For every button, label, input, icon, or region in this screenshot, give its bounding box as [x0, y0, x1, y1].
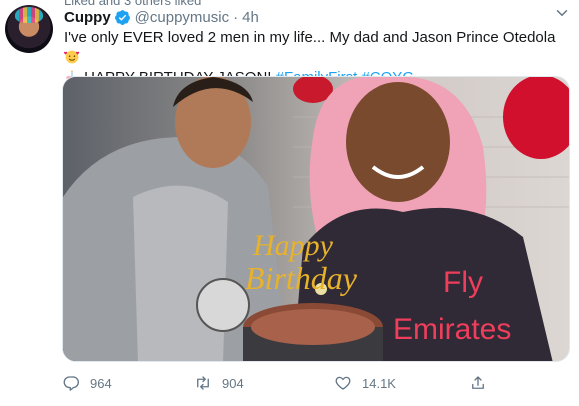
reply-button[interactable]: 964	[62, 372, 112, 394]
cake-topper-line1: Happy	[252, 229, 334, 262]
cake-topper-line2: Birthday	[245, 260, 358, 296]
jersey-text-line1: Fly	[443, 266, 483, 299]
jersey-text-line2: Emirates	[393, 313, 511, 346]
avatar[interactable]	[5, 5, 53, 53]
tweet-actions: 964 904 14.1K	[62, 372, 532, 394]
retweet-count: 904	[222, 375, 244, 391]
tweet-header: Cuppy @cuppymusic · 4h	[64, 6, 259, 28]
share-icon	[472, 376, 484, 389]
like-button[interactable]: 14.1K	[334, 372, 396, 394]
share-button[interactable]	[469, 372, 487, 394]
tweet-text-line1: I've only EVER loved 2 men in my life...…	[64, 29, 556, 46]
caret-down-icon[interactable]	[553, 4, 571, 22]
photo-illustration: Fly Emirates Happy Birthday	[63, 77, 569, 361]
retweet-button[interactable]: 904	[194, 372, 244, 394]
reply-icon	[63, 376, 80, 391]
display-name[interactable]: Cuppy	[64, 9, 111, 26]
like-icon	[335, 376, 351, 390]
user-handle[interactable]: @cuppymusic	[135, 9, 229, 26]
verified-icon	[114, 9, 130, 25]
separator-dot: ·	[233, 8, 239, 26]
tweet-photo[interactable]: Fly Emirates Happy Birthday	[62, 76, 570, 362]
timestamp[interactable]: 4h	[242, 9, 259, 26]
reply-count: 964	[90, 375, 112, 391]
face-hearts-emoji	[64, 50, 80, 64]
like-count: 14.1K	[362, 375, 396, 391]
retweet-icon	[197, 376, 209, 390]
